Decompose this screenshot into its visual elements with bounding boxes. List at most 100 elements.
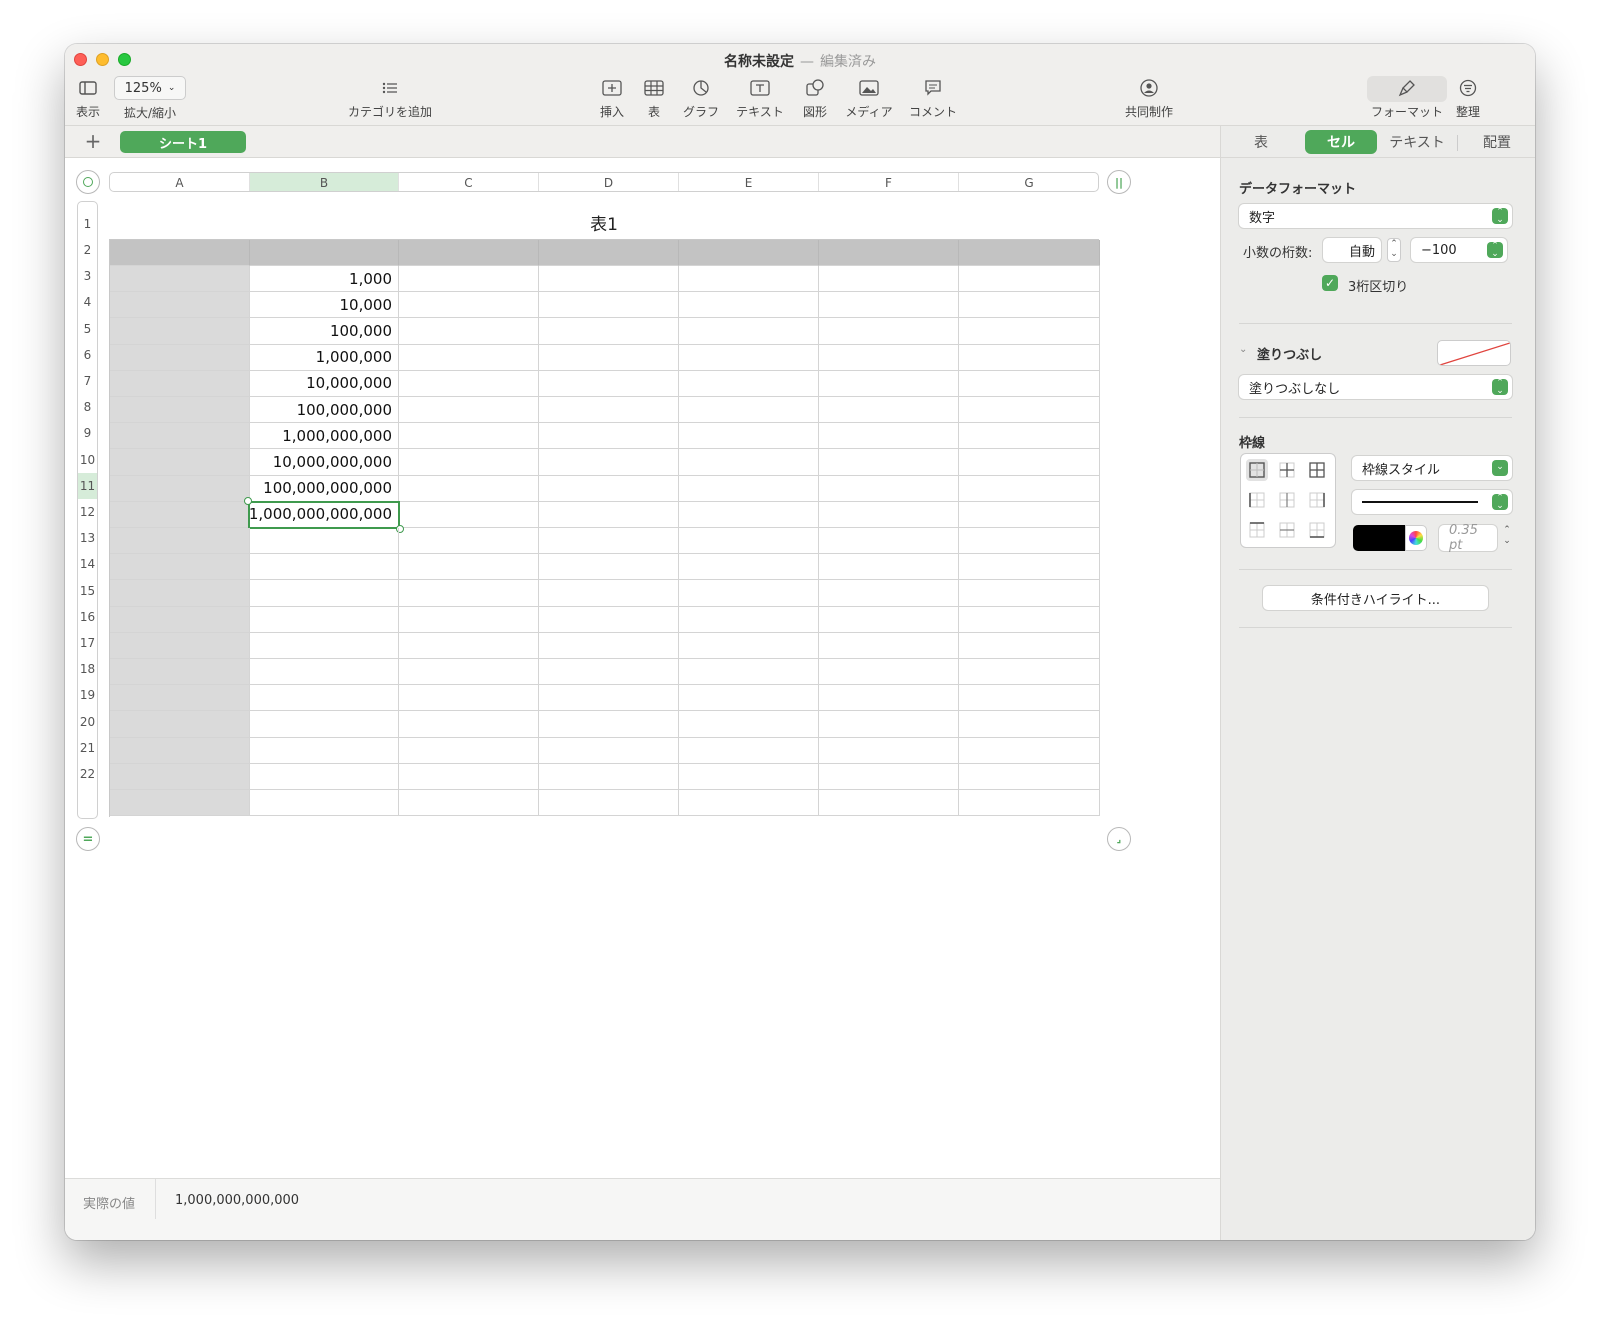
cell-b13[interactable] <box>250 554 399 581</box>
fill-color-well[interactable] <box>1437 340 1511 366</box>
cell-e4[interactable] <box>679 318 819 345</box>
cell-f8[interactable] <box>819 423 959 450</box>
cell-c17[interactable] <box>399 659 539 686</box>
cell-f7[interactable] <box>819 397 959 424</box>
cell-b3[interactable]: 10,000 <box>250 292 399 319</box>
row-header-20[interactable]: 20 <box>78 709 97 735</box>
cell-f14[interactable] <box>819 580 959 607</box>
row-header-7[interactable]: 7 <box>78 368 97 394</box>
cell-g3[interactable] <box>959 292 1100 319</box>
cell-f12[interactable] <box>819 528 959 555</box>
border-color-well[interactable] <box>1353 525 1405 551</box>
row-header-5[interactable]: 5 <box>78 316 97 342</box>
tab-arrange[interactable]: 配置 <box>1459 132 1535 152</box>
format-button[interactable]: フォーマット <box>1367 77 1447 120</box>
cell-a21[interactable] <box>110 763 250 790</box>
cell-b10[interactable]: 100,000,000,000 <box>250 475 399 502</box>
row-header-10[interactable]: 10 <box>78 447 97 473</box>
decimals-field[interactable]: 自動 <box>1323 238 1381 262</box>
column-header-a[interactable]: A <box>110 173 250 191</box>
cell-c11[interactable] <box>399 501 539 528</box>
cell-d6[interactable] <box>539 370 679 397</box>
cell-e18[interactable] <box>679 685 819 712</box>
color-wheel-icon[interactable] <box>1405 525 1427 551</box>
cell-e20[interactable] <box>679 737 819 764</box>
cell-g17[interactable] <box>959 659 1100 686</box>
cell-g22[interactable] <box>959 790 1100 817</box>
cell-e15[interactable] <box>679 606 819 633</box>
cell-e1[interactable] <box>679 240 819 266</box>
cell-d10[interactable] <box>539 475 679 502</box>
cell-b14[interactable] <box>250 580 399 607</box>
cell-f1[interactable] <box>819 240 959 266</box>
cell-e10[interactable] <box>679 475 819 502</box>
cell-b6[interactable]: 10,000,000 <box>250 370 399 397</box>
tab-table[interactable]: 表 <box>1221 132 1301 152</box>
cell-e21[interactable] <box>679 763 819 790</box>
conditional-highlight-button[interactable]: 条件付きハイライト... <box>1263 586 1488 610</box>
cell-c13[interactable] <box>399 554 539 581</box>
cell-d4[interactable] <box>539 318 679 345</box>
column-header-c[interactable]: C <box>399 173 539 191</box>
border-right-icon[interactable] <box>1306 489 1328 511</box>
cell-d20[interactable] <box>539 737 679 764</box>
chart-button[interactable]: グラフ <box>679 77 723 120</box>
cell-a7[interactable] <box>110 397 250 424</box>
cell-b18[interactable] <box>250 685 399 712</box>
cell-g4[interactable] <box>959 318 1100 345</box>
cell-e9[interactable] <box>679 449 819 476</box>
cell-c9[interactable] <box>399 449 539 476</box>
cell-g6[interactable] <box>959 370 1100 397</box>
cell-d2[interactable] <box>539 266 679 293</box>
cell-f19[interactable] <box>819 711 959 738</box>
cell-c22[interactable] <box>399 790 539 817</box>
border-style-popup[interactable]: 枠線スタイル ⌄ <box>1352 456 1512 480</box>
row-header-15[interactable]: 15 <box>78 578 97 604</box>
cell-a4[interactable] <box>110 318 250 345</box>
cell-f10[interactable] <box>819 475 959 502</box>
column-header-e[interactable]: E <box>679 173 819 191</box>
cell-a14[interactable] <box>110 580 250 607</box>
cell-g21[interactable] <box>959 763 1100 790</box>
cell-g10[interactable] <box>959 475 1100 502</box>
comment-button[interactable]: コメント <box>905 77 961 120</box>
cell-c16[interactable] <box>399 632 539 659</box>
cell-b22[interactable] <box>250 790 399 817</box>
cell-g13[interactable] <box>959 554 1100 581</box>
cell-a18[interactable] <box>110 685 250 712</box>
cell-a20[interactable] <box>110 737 250 764</box>
cell-a12[interactable] <box>110 528 250 555</box>
cell-b1[interactable] <box>250 240 399 266</box>
cell-d12[interactable] <box>539 528 679 555</box>
column-header-d[interactable]: D <box>539 173 679 191</box>
cell-b19[interactable] <box>250 711 399 738</box>
row-header-22[interactable]: 22 <box>78 761 97 787</box>
cell-g7[interactable] <box>959 397 1100 424</box>
cell-a3[interactable] <box>110 292 250 319</box>
collaborate-button[interactable]: 共同制作 <box>1121 77 1177 120</box>
row-header-9[interactable]: 9 <box>78 420 97 446</box>
cell-c4[interactable] <box>399 318 539 345</box>
border-left-icon[interactable] <box>1246 489 1268 511</box>
cell-b8[interactable]: 1,000,000,000 <box>250 423 399 450</box>
cell-f5[interactable] <box>819 344 959 371</box>
cell-b21[interactable] <box>250 763 399 790</box>
cell-a11[interactable] <box>110 501 250 528</box>
cell-c21[interactable] <box>399 763 539 790</box>
cell-a17[interactable] <box>110 659 250 686</box>
cell-c15[interactable] <box>399 606 539 633</box>
cell-f3[interactable] <box>819 292 959 319</box>
cell-d15[interactable] <box>539 606 679 633</box>
cell-d3[interactable] <box>539 292 679 319</box>
cell-a2[interactable] <box>110 266 250 293</box>
row-header-3[interactable]: 3 <box>78 263 97 289</box>
cell-d14[interactable] <box>539 580 679 607</box>
cell-e8[interactable] <box>679 423 819 450</box>
column-header-b[interactable]: B <box>250 173 399 191</box>
border-width-field[interactable]: 0.35 pt <box>1439 523 1497 553</box>
cell-e7[interactable] <box>679 397 819 424</box>
cell-a16[interactable] <box>110 632 250 659</box>
row-header-18[interactable]: 18 <box>78 656 97 682</box>
cell-b11[interactable]: 1,000,000,000,000 <box>249 501 399 528</box>
row-header-12[interactable]: 12 <box>78 499 97 525</box>
